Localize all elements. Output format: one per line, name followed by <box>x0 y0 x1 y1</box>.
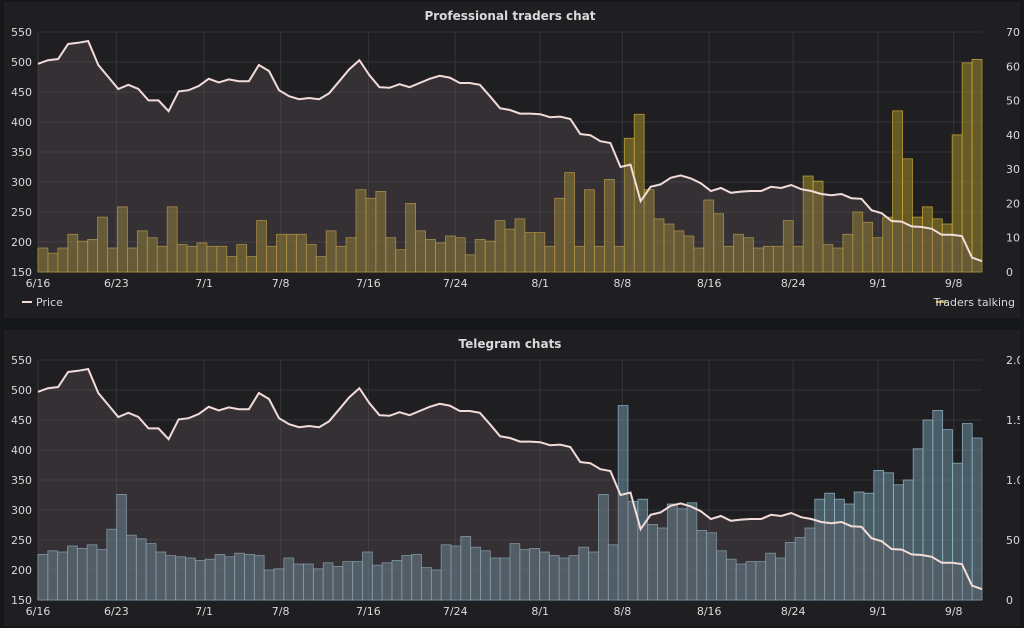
y-left-tick-label: 300 <box>11 176 32 189</box>
y-left-tick-label: 450 <box>11 414 32 427</box>
x-tick-label: 7/24 <box>443 277 468 290</box>
price-area <box>38 41 982 272</box>
bar <box>971 437 983 601</box>
x-tick-label: 7/8 <box>272 605 290 618</box>
x-tick-label: 8/16 <box>697 277 722 290</box>
chart-title: Telegram chats <box>459 337 562 351</box>
y-left-tick-label: 400 <box>11 116 32 129</box>
y-right-tick-label: 0 <box>1006 594 1013 607</box>
y-right-tick-label: 600 <box>1006 60 1020 73</box>
y-right-tick-label: 1.0 K <box>1006 474 1020 487</box>
telegram-chats-panel: Telegram chats 150 200 250 300 350 400 450 500 55… <box>4 330 1020 626</box>
x-tick-label: 7/24 <box>443 605 468 618</box>
x-tick-label: 8/8 <box>613 277 631 290</box>
price-area <box>38 369 982 600</box>
x-tick-label: 6/23 <box>104 605 129 618</box>
chart-title: Professional traders chat <box>424 9 595 23</box>
professional-traders-panel: Professional traders chat 150 200 250 300 350… <box>4 2 1020 318</box>
x-tick-label: 7/16 <box>356 605 381 618</box>
y-right-tick-label: 0 <box>1006 266 1013 279</box>
y-right-tick-label: 1.5 K <box>1006 414 1020 427</box>
x-tick-label: 9/8 <box>945 277 963 290</box>
x-tick-label: 9/8 <box>945 605 963 618</box>
professional-traders-chart: Professional traders chat150200250300350… <box>11 9 1020 309</box>
x-tick-label: 8/24 <box>781 277 806 290</box>
bar <box>971 59 983 273</box>
y-right-tick-label: 300 <box>1006 163 1020 176</box>
y-left-tick-label: 350 <box>11 474 32 487</box>
x-tick-label: 8/1 <box>531 605 549 618</box>
y-left-tick-label: 400 <box>11 444 32 457</box>
y-left-tick-label: 200 <box>11 564 32 577</box>
x-tick-label: 8/24 <box>781 605 806 618</box>
x-tick-label: 7/1 <box>195 277 213 290</box>
y-right-tick-label: 500 <box>1006 534 1020 547</box>
telegram-chats-chart: Telegram chats15020025030035040045050055… <box>11 337 1020 618</box>
y-right-tick-label: 100 <box>1006 232 1020 245</box>
x-tick-label: 6/16 <box>26 605 51 618</box>
x-tick-label: 8/1 <box>531 277 549 290</box>
y-left-tick-label: 500 <box>11 56 32 69</box>
x-tick-label: 9/1 <box>869 277 887 290</box>
y-left-tick-label: 500 <box>11 384 32 397</box>
y-right-tick-label: 200 <box>1006 197 1020 210</box>
x-tick-label: 8/16 <box>697 605 722 618</box>
x-tick-label: 7/1 <box>195 605 213 618</box>
y-left-tick-label: 550 <box>11 354 32 367</box>
y-left-tick-label: 200 <box>11 236 32 249</box>
y-left-tick-label: 300 <box>11 504 32 517</box>
y-left-tick-label: 250 <box>11 534 32 547</box>
x-tick-label: 7/8 <box>272 277 290 290</box>
y-left-tick-label: 250 <box>11 206 32 219</box>
y-right-tick-label: 2.0 K <box>1006 354 1020 367</box>
legend-traders-label[interactable]: Traders talking <box>933 296 1015 309</box>
y-right-tick-label: 700 <box>1006 26 1020 39</box>
y-left-tick-label: 550 <box>11 26 32 39</box>
y-right-tick-label: 400 <box>1006 129 1020 142</box>
x-tick-label: 9/1 <box>869 605 887 618</box>
y-left-tick-label: 450 <box>11 86 32 99</box>
y-left-tick-label: 350 <box>11 146 32 159</box>
legend-price-label[interactable]: Price <box>36 296 63 309</box>
y-right-tick-label: 500 <box>1006 95 1020 108</box>
x-tick-label: 7/16 <box>356 277 381 290</box>
x-tick-label: 6/16 <box>26 277 51 290</box>
x-tick-label: 8/8 <box>613 605 631 618</box>
x-tick-label: 6/23 <box>104 277 129 290</box>
